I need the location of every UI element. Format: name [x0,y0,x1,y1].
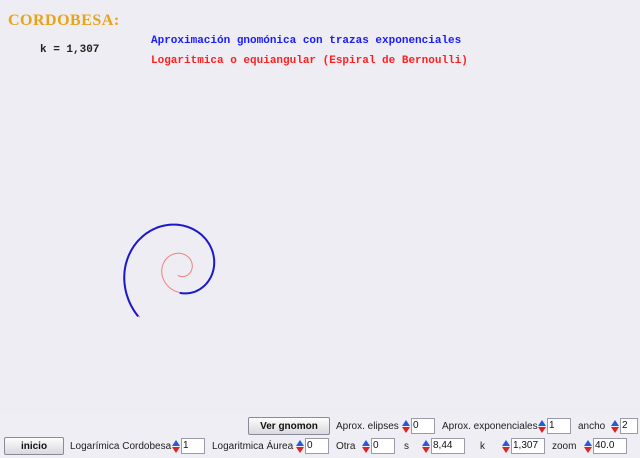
aprox-elipses-field[interactable]: 0 [411,418,435,434]
log-cordobesa-field[interactable]: 1 [181,438,205,454]
otra-field[interactable]: 0 [371,438,395,454]
zoom-label: zoom [552,441,577,452]
log-aurea-label: Logaritmica Áurea [212,441,294,452]
spinner-arrows-icon[interactable] [502,438,510,454]
aprox-elipses-spinner[interactable]: 0 [402,418,435,434]
log-cordobesa-label: Logarímica Cordobesa [70,441,172,452]
log-aurea-spinner[interactable]: 0 [296,438,329,454]
aprox-exponenciales-label: Aprox. exponenciales [442,421,538,432]
zoom-spinner[interactable]: 40.0 [584,438,627,454]
zoom-field[interactable]: 40.0 [593,438,627,454]
k-field[interactable]: 1,307 [511,438,545,454]
aprox-elipses-label: Aprox. elipses [336,421,399,432]
s-spinner[interactable]: 8,44 [422,438,465,454]
spinner-arrows-icon[interactable] [422,438,430,454]
log-spiral-curve [124,224,215,318]
s-label: s [404,441,409,452]
aprox-exponenciales-field[interactable]: 1 [547,418,571,434]
k-label: k [480,441,485,452]
spiral-plot [123,223,216,318]
inicio-button[interactable]: inicio [4,437,64,455]
spinner-arrows-icon[interactable] [362,438,370,454]
ancho-spinner[interactable]: 2 [611,418,638,434]
gnomonic-approx-curve [123,223,216,318]
k-spinner[interactable]: 1,307 [502,438,545,454]
ancho-field[interactable]: 2 [620,418,638,434]
log-aurea-field[interactable]: 0 [305,438,329,454]
log-cordobesa-spinner[interactable]: 1 [172,438,205,454]
drawing-canvas[interactable]: CORDOBESA: k = 1,307 Aproximación gnomón… [0,0,640,414]
ver-gnomon-button[interactable]: Ver gnomon [248,417,330,435]
ancho-label: ancho [578,421,606,432]
s-field[interactable]: 8,44 [431,438,465,454]
otra-spinner[interactable]: 0 [362,438,395,454]
spinner-arrows-icon[interactable] [538,418,546,434]
spinner-arrows-icon[interactable] [584,438,592,454]
otra-label: Otra [336,441,356,452]
spinner-arrows-icon[interactable] [296,438,304,454]
aprox-exponenciales-spinner[interactable]: 1 [538,418,571,434]
spinner-arrows-icon[interactable] [611,418,619,434]
spinner-arrows-icon[interactable] [402,418,410,434]
spinner-arrows-icon[interactable] [172,438,180,454]
